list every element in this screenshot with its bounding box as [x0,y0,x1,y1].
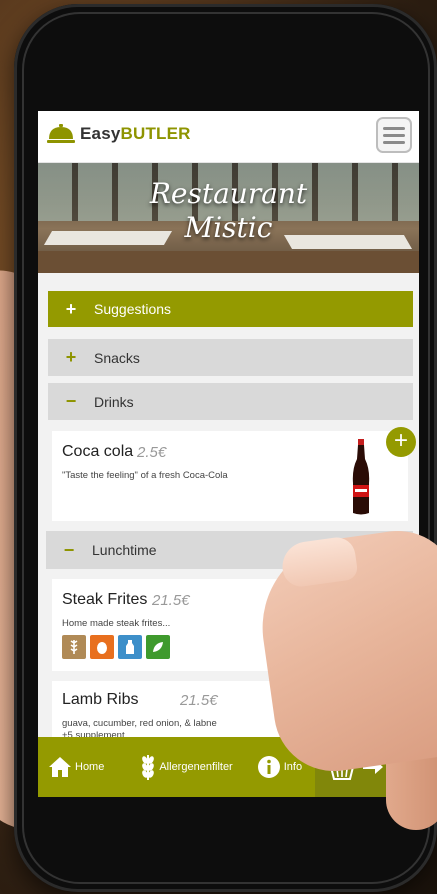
cola-bottle-image [352,439,370,515]
nav-info-label: Info [283,761,303,773]
gluten-icon [62,635,86,659]
expand-icon: + [65,298,77,319]
category-snacks[interactable]: + Snacks [48,339,413,376]
category-suggestions[interactable]: + Suggestions [48,291,413,327]
hamburger-menu-button[interactable] [376,117,412,153]
category-label: Lunchtime [92,542,157,558]
nav-home-label: Home [75,761,105,773]
expand-icon: + [65,347,77,367]
category-drinks[interactable]: − Drinks [48,383,413,420]
app-header: EasyBUTLER [38,111,419,163]
milk-icon [118,635,142,659]
banner-floor [38,251,419,273]
allergen-icons [62,635,170,659]
logo-easy: Easy [80,124,121,143]
item-price: 21.5€ [152,592,190,609]
add-to-cart-button[interactable]: + [386,427,416,457]
logo-butler: BUTLER [120,124,191,143]
restaurant-name-line2: Mistic [184,211,273,244]
category-label: Drinks [94,393,134,410]
category-label: Snacks [94,349,140,366]
item-price: 21.5€ [180,692,218,709]
item-description: "Taste the feeling" of a fresh Coca-Cola [62,470,228,481]
wheat-icon [142,755,155,780]
soy-icon [146,635,170,659]
item-name: Coca cola [62,443,134,460]
restaurant-name: Restaurant Mistic [38,177,419,245]
item-price: 2.5€ [137,444,167,461]
restaurant-banner: Restaurant Mistic [38,163,419,273]
nav-allergen-filter[interactable]: Allergenenfilter [140,737,233,797]
info-icon [257,756,280,778]
hamburger-menu-icon [383,126,405,130]
hamburger-menu-icon [383,133,405,137]
hamburger-menu-icon [383,140,405,144]
logo-text: EasyBUTLER [80,124,191,144]
cloche-icon [47,124,75,143]
item-name: Steak Frites [62,591,148,608]
plus-icon: + [393,427,408,454]
collapse-icon: − [65,391,77,411]
collapse-icon: − [63,539,75,560]
logo[interactable]: EasyBUTLER [46,123,191,145]
home-icon [49,757,71,777]
nav-home[interactable]: Home [48,737,104,797]
egg-icon [90,635,114,659]
nav-allergen-label: Allergenenfilter [159,761,233,773]
item-name: Lamb Ribs [62,691,139,708]
menu-item-coca-cola[interactable]: Coca cola 2.5€ "Taste the feeling" of a … [52,427,416,521]
category-label: Suggestions [94,301,172,317]
restaurant-name-line1: Restaurant [149,177,308,210]
